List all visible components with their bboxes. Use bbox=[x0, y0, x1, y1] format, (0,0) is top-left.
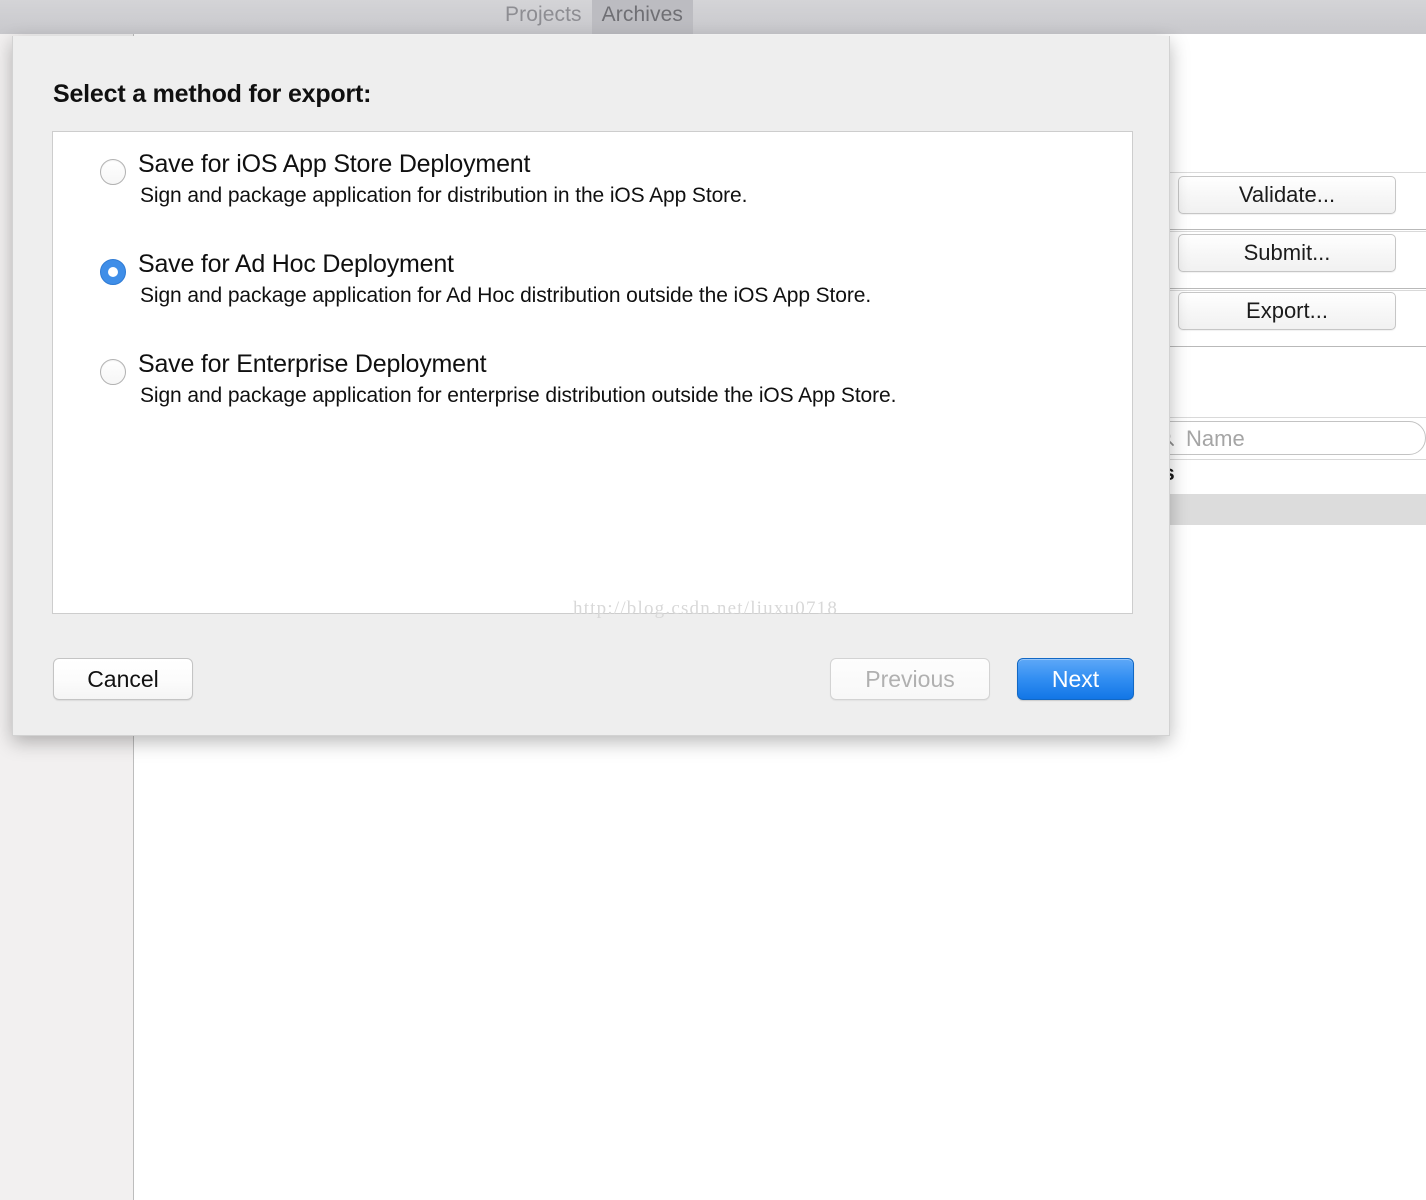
option-description: Sign and package application for enterpr… bbox=[140, 384, 896, 408]
divider-line bbox=[1140, 229, 1426, 230]
option-title: Save for Ad Hoc Deployment bbox=[138, 250, 454, 279]
export-button[interactable]: Export... bbox=[1178, 292, 1396, 330]
tab-archives[interactable]: Archives bbox=[592, 0, 693, 34]
submit-button[interactable]: Submit... bbox=[1178, 234, 1396, 272]
divider-line bbox=[1140, 172, 1426, 173]
screen: Projects Archives Validate... Submit... … bbox=[0, 0, 1426, 1200]
divider-line bbox=[1140, 346, 1426, 347]
watermark: http://blog.csdn.net/liuxu0718 bbox=[573, 598, 838, 620]
divider-line bbox=[1140, 417, 1426, 418]
toolbar-tab-group: Projects Archives bbox=[495, 0, 693, 34]
table-row[interactable] bbox=[1140, 494, 1426, 525]
previous-button[interactable]: Previous bbox=[830, 658, 990, 700]
page-title: Select a method for export: bbox=[53, 80, 371, 109]
divider-line bbox=[1140, 231, 1426, 232]
app-toolbar: Projects Archives bbox=[0, 0, 1426, 35]
tab-projects[interactable]: Projects bbox=[495, 0, 592, 34]
option-title: Save for Enterprise Deployment bbox=[138, 350, 486, 379]
export-method-dialog: Select a method for export: Save for iOS… bbox=[12, 36, 1170, 736]
cancel-button[interactable]: Cancel bbox=[53, 658, 193, 700]
divider-line bbox=[1140, 288, 1426, 289]
radio-enterprise[interactable] bbox=[100, 359, 126, 385]
option-description: Sign and package application for Ad Hoc … bbox=[140, 284, 871, 308]
divider-line bbox=[1140, 459, 1426, 460]
search-placeholder: Name bbox=[1186, 426, 1245, 452]
option-title: Save for iOS App Store Deployment bbox=[138, 150, 530, 179]
option-description: Sign and package application for distrib… bbox=[140, 184, 747, 208]
validate-button[interactable]: Validate... bbox=[1178, 176, 1396, 214]
radio-ios-app-store[interactable] bbox=[100, 159, 126, 185]
radio-ad-hoc[interactable] bbox=[100, 259, 126, 285]
divider-line bbox=[1140, 290, 1426, 291]
next-button[interactable]: Next bbox=[1017, 658, 1134, 700]
